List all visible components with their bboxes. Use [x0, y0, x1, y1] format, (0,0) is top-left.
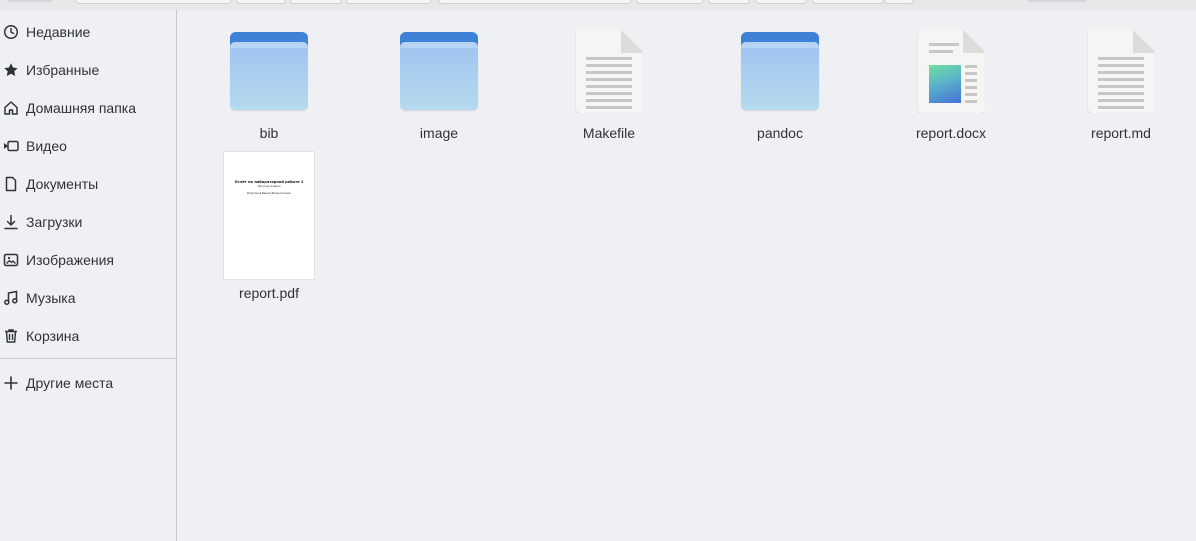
document-icon — [2, 175, 20, 193]
sidebar-item-label: Документы — [26, 176, 99, 192]
pdf-title: Отчёт по лабораторной работе 1 — [234, 180, 304, 184]
folder-icon — [730, 23, 830, 119]
file-name: bib — [259, 125, 279, 141]
sidebar-item-other-locations[interactable]: Другие места — [0, 364, 176, 402]
video-icon — [2, 137, 20, 155]
sidebar-toggle-button[interactable] — [8, 0, 52, 2]
home-icon — [2, 99, 20, 117]
file-item-pandoc[interactable]: pandoc — [695, 23, 865, 163]
file-name: report.md — [1091, 125, 1151, 141]
clock-icon — [2, 23, 20, 41]
sidebar-item-home[interactable]: Домашняя папка — [0, 89, 176, 127]
download-icon — [2, 213, 20, 231]
sidebar-item-label: Корзина — [26, 328, 80, 344]
file-name: Makefile — [582, 125, 636, 141]
word-document-icon — [901, 23, 1001, 119]
file-name: report.pdf — [239, 285, 299, 301]
path-segment[interactable] — [755, 0, 807, 4]
image-icon — [2, 251, 20, 269]
menu-button[interactable] — [884, 0, 914, 4]
sidebar-item-videos[interactable]: Видео — [0, 127, 176, 165]
sidebar-item-label: Видео — [26, 138, 67, 154]
sidebar-item-downloads[interactable]: Загрузки — [0, 203, 176, 241]
pdf-subtitle: Простые модели — [257, 185, 281, 188]
sidebar-item-documents[interactable]: Документы — [0, 165, 176, 203]
sidebar-item-trash[interactable]: Корзина — [0, 317, 176, 355]
sidebar-item-label: Недавние — [26, 24, 91, 40]
sidebar-item-label: Домашняя папка — [26, 100, 137, 116]
text-file-icon — [559, 23, 659, 119]
text-file-icon — [1071, 23, 1171, 119]
sidebar-separator — [0, 358, 176, 359]
file-item-report-docx[interactable]: report.docx — [866, 23, 1036, 163]
folder-icon — [219, 23, 319, 119]
back-button[interactable] — [75, 0, 232, 4]
pdf-thumbnail: Отчёт по лабораторной работе 1 Простые м… — [224, 152, 314, 279]
plus-icon — [2, 374, 20, 392]
file-item-report-md[interactable]: report.md — [1036, 23, 1196, 163]
file-item-bib[interactable]: bib — [184, 23, 354, 163]
path-segment[interactable] — [708, 0, 750, 4]
sidebar-item-label: Изображения — [26, 252, 114, 268]
trash-icon — [2, 327, 20, 345]
file-item-makefile[interactable]: Makefile — [524, 23, 694, 163]
star-icon — [2, 61, 20, 79]
path-segment[interactable] — [438, 0, 632, 4]
file-name: report.docx — [915, 125, 987, 141]
path-segment[interactable] — [812, 0, 884, 4]
file-item-report-pdf[interactable]: Отчёт по лабораторной работе 1 Простые м… — [184, 152, 354, 302]
sidebar-item-recent[interactable]: Недавние — [0, 13, 176, 51]
music-icon — [2, 289, 20, 307]
sidebar-item-label: Другие места — [26, 375, 114, 391]
path-segment[interactable] — [236, 0, 286, 4]
file-grid: bib image Makefile pandoc report.docx re… — [177, 10, 1196, 541]
sidebar: Недавние Избранные Домашняя папка Видео … — [0, 10, 177, 541]
file-name: image — [419, 125, 459, 141]
sidebar-item-pictures[interactable]: Изображения — [0, 241, 176, 279]
pdf-author: Исаргаков Вадим Валентинович — [246, 192, 292, 195]
sidebar-item-label: Музыка — [26, 290, 76, 306]
sidebar-item-label: Избранные — [26, 62, 100, 78]
path-segment[interactable] — [636, 0, 704, 4]
search-button[interactable] — [1028, 0, 1086, 2]
folder-icon — [389, 23, 489, 119]
file-name: pandoc — [757, 125, 803, 141]
sidebar-item-label: Загрузки — [26, 214, 83, 230]
file-item-image[interactable]: image — [354, 23, 524, 163]
path-segment[interactable] — [346, 0, 432, 4]
sidebar-item-music[interactable]: Музыка — [0, 279, 176, 317]
path-segment[interactable] — [290, 0, 342, 4]
sidebar-item-starred[interactable]: Избранные — [0, 51, 176, 89]
